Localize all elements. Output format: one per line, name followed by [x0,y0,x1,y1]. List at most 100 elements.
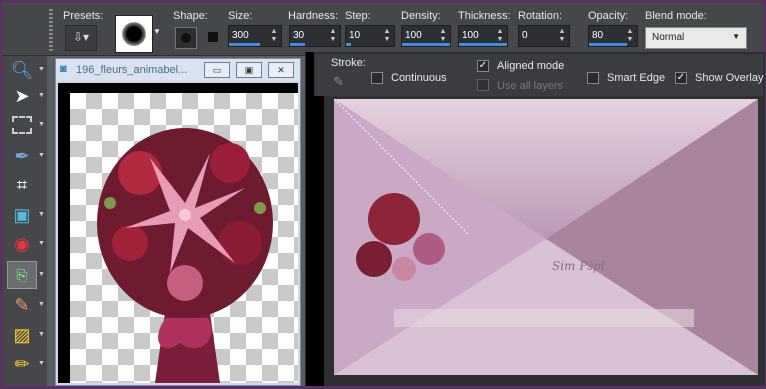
square-shape-button[interactable] [203,27,225,49]
envelope-canvas[interactable]: Sim Pspl [334,99,758,375]
square-shape-icon [208,32,218,42]
thickness-slider-fill [459,43,507,46]
toolbox: 🔍︎ ▼ ➤ ▼ ▼ ✒ ▼ ⌗ ▣ ▼ ◉ ▼ ⎘ ▼ ✎ ▼ ▨ ▼ ✏ ▼ [3,56,47,386]
tool-flyout-icon[interactable]: ▼ [38,152,45,159]
aligned-mode-label: Aligned mode [497,60,565,72]
presets-button[interactable]: ⇩▾ [65,25,97,51]
camera-icon: ◙ [60,63,67,75]
watermark-text: Sim Pspl [552,259,605,273]
clone-brush-tool-button[interactable]: ⎘ [7,261,37,289]
tool-flyout-icon[interactable]: ▼ [38,331,45,338]
continuous-checkbox[interactable] [371,72,383,84]
move-tool-button[interactable]: ▣ [7,201,37,229]
close-icon: ✕ [277,65,285,75]
crop-tool-button[interactable]: ⌗ [7,171,37,199]
hardness-value: 30 [293,30,305,41]
tool-flyout-icon[interactable]: ▼ [38,121,45,128]
flower-bouquet-image [97,128,273,383]
use-all-layers-checkbox[interactable] [477,79,489,91]
zoom-tool-button[interactable]: 🔍︎ [7,56,37,84]
selection-marquee-icon [12,116,32,134]
color-replacer-tool-button[interactable]: ▨ [7,321,37,349]
density-label: Density: [401,10,441,22]
pick-tool-button[interactable]: ➤ [7,82,37,110]
red-eye-tool-button[interactable]: ◉ [7,230,37,258]
density-stepper[interactable]: 100 ▲ ▼ [401,25,451,47]
stroke-label: Stroke: [331,57,366,69]
step-spin-icon[interactable]: ▲ ▼ [382,28,392,44]
vertical-ruler-canvas [314,96,324,386]
hardness-label: Hardness: [288,10,339,22]
tool-flyout-icon[interactable]: ▼ [38,240,45,247]
step-slider-fill [346,43,351,46]
transparent-canvas[interactable] [70,93,298,383]
step-label: Step: [345,10,371,22]
maximize-button[interactable]: ▣ [236,62,262,78]
show-overlay-label: Show Overlay [695,72,764,84]
minimize-icon: ▭ [212,65,222,75]
thickness-spin-icon[interactable]: ▲ ▼ [495,28,505,44]
image-move-icon: ▣ [13,204,31,225]
window-title: 196_fleurs_animabel... [76,64,188,76]
eraser-tool-button[interactable]: ✏ [7,350,37,378]
rotation-stepper[interactable]: 0 ▲ ▼ [518,25,570,47]
brush-preview[interactable] [115,15,153,53]
rotation-spin-icon[interactable]: ▲ ▼ [557,28,567,44]
eyedropper-icon: ✒ [14,145,30,166]
opacity-label: Opacity: [588,10,629,22]
chevron-down-icon: ▼ [732,32,740,41]
step-value: 10 [349,30,361,41]
opacity-stepper[interactable]: 80 ▲ ▼ [588,25,638,47]
density-value: 100 [405,30,422,41]
tool-flyout-icon[interactable]: ▼ [38,271,45,278]
thickness-value: 100 [462,30,479,41]
hardness-spin-icon[interactable]: ▲ ▼ [328,28,338,44]
vertical-ruler [58,93,70,383]
clone-brush-icon: ⎘ [16,266,28,283]
envelope-artwork [334,99,758,375]
step-stepper[interactable]: 10 ▲ ▼ [345,25,395,47]
close-button[interactable]: ✕ [268,62,294,78]
hardness-stepper[interactable]: 30 ▲ ▼ [289,25,341,47]
dropper-tool-button[interactable]: ✒ [7,142,37,170]
opacity-value: 80 [592,30,604,41]
round-shape-icon [181,33,191,43]
use-all-layers-label: Use all layers [497,80,564,92]
tool-flyout-icon[interactable]: ▼ [38,66,45,73]
tool-flyout-icon[interactable]: ▼ [38,211,45,218]
density-slider-fill [402,43,450,46]
round-shape-button[interactable] [175,27,197,49]
selection-tool-button[interactable] [7,111,37,139]
size-slider-fill [229,43,261,46]
maximize-icon: ▣ [244,65,254,75]
tool-flyout-icon[interactable]: ▼ [38,360,45,367]
paint-brush-icon: ✎ [14,294,30,315]
magnifier-icon: 🔍︎ [10,59,34,80]
blend-mode-select[interactable]: Normal ▼ [645,27,747,49]
pencil-icon: ✏ [14,353,30,374]
toolbar-grip[interactable] [49,9,53,51]
tool-flyout-icon[interactable]: ▼ [38,92,45,99]
blend-mode-label: Blend mode: [645,10,707,22]
show-overlay-checkbox[interactable]: ✓ [675,72,687,84]
opacity-slider-fill [589,43,628,46]
brush-dropdown-icon[interactable]: ▼ [153,27,161,36]
tool-flyout-icon[interactable]: ▼ [38,301,45,308]
color-replacer-icon: ▨ [13,324,31,345]
paint-brush-tool-button[interactable]: ✎ [7,291,37,319]
window-titlebar[interactable]: ◙ 196_fleurs_animabel... ▭ ▣ ✕ [56,59,300,81]
flowers-image-window: ◙ 196_fleurs_animabel... ▭ ▣ ✕ [55,58,301,386]
horizontal-ruler [58,83,298,93]
size-stepper[interactable]: 300 ▲ ▼ [228,25,282,47]
smart-edge-checkbox[interactable] [587,72,599,84]
thickness-stepper[interactable]: 100 ▲ ▼ [458,25,508,47]
stroke-brush-icon[interactable]: ✎ [333,74,344,90]
smart-edge-label: Smart Edge [607,72,666,84]
arrow-pointer-icon: ➤ [14,85,30,106]
density-spin-icon[interactable]: ▲ ▼ [438,28,448,44]
size-spin-icon[interactable]: ▲ ▼ [269,28,279,44]
minimize-button[interactable]: ▭ [204,62,230,78]
presets-label: Presets: [63,10,104,22]
opacity-spin-icon[interactable]: ▲ ▼ [625,28,635,44]
aligned-mode-checkbox[interactable]: ✓ [477,60,489,72]
